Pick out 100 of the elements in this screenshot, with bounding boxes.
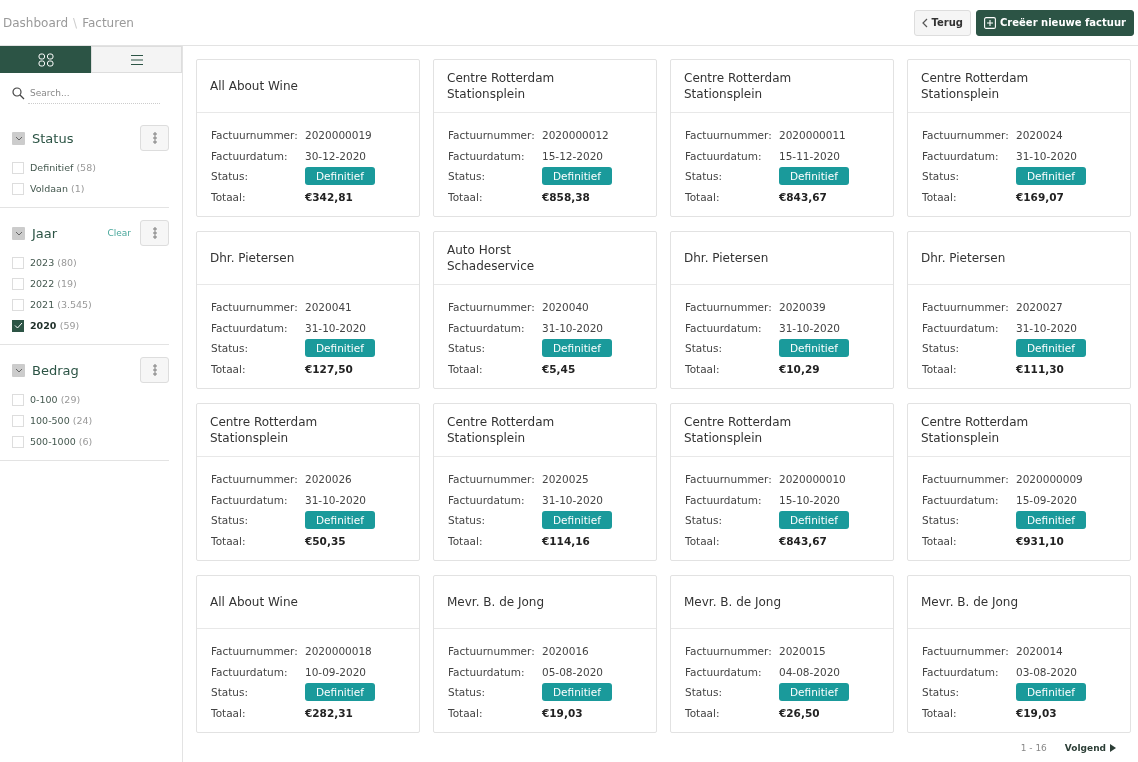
collapse-toggle[interactable] xyxy=(12,226,25,240)
field-label: Status: xyxy=(922,170,960,183)
invoice-card[interactable]: Mevr. B. de Jong Factuurnummer: 2020014 Factuurdatum: 03-08-2020 Status: Definitief Totaal: €19,03 xyxy=(907,575,1131,733)
field-label: Factuurdatum: xyxy=(448,493,526,506)
invoice-card[interactable]: Dhr. Pietersen Factuurnummer: 2020041 Factuurdatum: 31-10-2020 Status: Definitief Totaal: €127,50 xyxy=(196,231,420,389)
field-label: Factuurnummer: xyxy=(922,301,1010,314)
checkbox[interactable] xyxy=(12,319,24,332)
field-label: Factuurnummer: xyxy=(448,645,536,658)
field-label: Status: xyxy=(448,686,486,699)
invoice-card[interactable]: Centre Rotterdam Stationsplein Factuurnummer: 2020000010 Factuurdatum: 15-10-2020 Status: Definitief Totaal: €843,67 xyxy=(670,403,894,561)
field-label: Factuurnummer: xyxy=(685,301,773,314)
status-badge: Definitief xyxy=(542,511,612,530)
customer-name: Centre Rotterdam Stationsplein xyxy=(447,414,556,446)
field-value: 2020000018 xyxy=(305,645,372,658)
status-badge: Definitief xyxy=(779,167,849,186)
total-amount: €114,16 xyxy=(542,534,590,547)
filter-title: Status xyxy=(32,130,75,146)
invoice-card[interactable]: Dhr. Pietersen Factuurnummer: 2020039 Factuurdatum: 31-10-2020 Status: Definitief Totaal: €10,29 xyxy=(670,231,894,389)
field-label: Factuurnummer: xyxy=(211,473,299,486)
field-value: 31-10-2020 xyxy=(1016,149,1078,162)
field-value: 2020041 xyxy=(305,301,352,314)
status-badge: Definitief xyxy=(1016,683,1086,702)
total-amount: €169,07 xyxy=(1016,190,1064,203)
field-value: 31-10-2020 xyxy=(305,321,367,334)
customer-name: All About Wine xyxy=(210,594,298,610)
create-invoice-button[interactable]: Creëer nieuwe factuur xyxy=(976,9,1134,36)
invoice-card[interactable]: Dhr. Pietersen Factuurnummer: 2020027 Factuurdatum: 31-10-2020 Status: Definitief Totaal: €111,30 xyxy=(907,231,1131,389)
field-label: Totaal: xyxy=(211,534,247,547)
invoice-card[interactable]: Centre Rotterdam Stationsplein Factuurnummer: 2020000009 Factuurdatum: 15-09-2020 Status: Definitief Totaal: €931,10 xyxy=(907,403,1131,561)
filter-option-label[interactable]: 2020 (59) xyxy=(30,320,80,331)
field-label: Status: xyxy=(685,514,723,527)
field-value: 15-12-2020 xyxy=(542,149,604,162)
filter-option-label[interactable]: Voldaan (1) xyxy=(30,183,85,194)
filter-option-label[interactable]: 100-500 (24) xyxy=(30,415,93,426)
customer-name: Auto Horst Schadeservice xyxy=(447,242,536,274)
more-options-button[interactable] xyxy=(140,357,169,383)
invoice-card[interactable]: Centre Rotterdam Stationsplein Factuurnummer: 2020000012 Factuurdatum: 15-12-2020 Status: Definitief Totaal: €858,38 xyxy=(433,59,657,217)
next-page-link[interactable]: Volgend xyxy=(1064,743,1116,753)
customer-name: Dhr. Pietersen xyxy=(684,250,769,266)
back-button[interactable]: Terug xyxy=(913,9,972,36)
field-label: Status: xyxy=(685,686,723,699)
invoice-card[interactable]: All About Wine Factuurnummer: 2020000019 Factuurdatum: 30-12-2020 Status: Definitief Totaal: €342,81 xyxy=(196,59,420,217)
invoice-card[interactable]: Centre Rotterdam Stationsplein Factuurnummer: 2020025 Factuurdatum: 31-10-2020 Status: Definitief Totaal: €114,16 xyxy=(433,403,657,561)
customer-name: All About Wine xyxy=(210,78,298,94)
field-label: Factuurdatum: xyxy=(448,321,526,334)
total-amount: €858,38 xyxy=(542,190,590,203)
collapse-toggle[interactable] xyxy=(12,363,25,377)
field-label: Totaal: xyxy=(211,706,247,719)
field-label: Status: xyxy=(448,170,486,183)
invoice-card[interactable]: Centre Rotterdam Stationsplein Factuurnummer: 2020000011 Factuurdatum: 15-11-2020 Status: Definitief Totaal: €843,67 xyxy=(670,59,894,217)
filter-option-label[interactable]: 0-100 (29) xyxy=(30,394,81,405)
status-badge: Definitief xyxy=(305,511,375,530)
status-badge: Definitief xyxy=(1016,511,1086,530)
status-badge: Definitief xyxy=(305,339,375,358)
filter-option-label[interactable]: 500-1000 (6) xyxy=(30,436,93,447)
filter-option-label[interactable]: 2021 (3.545) xyxy=(30,299,92,310)
status-badge: Definitief xyxy=(305,683,375,702)
field-label: Factuurnummer: xyxy=(211,645,299,658)
field-label: Status: xyxy=(685,342,723,355)
invoice-card[interactable]: Centre Rotterdam Stationsplein Factuurnummer: 2020026 Factuurdatum: 31-10-2020 Status: Definitief Totaal: €50,35 xyxy=(196,403,420,561)
more-options-button[interactable] xyxy=(140,125,169,151)
field-value: 05-08-2020 xyxy=(542,665,604,678)
field-label: Factuurdatum: xyxy=(448,149,526,162)
invoice-card[interactable]: Mevr. B. de Jong Factuurnummer: 2020016 Factuurdatum: 05-08-2020 Status: Definitief Totaal: €19,03 xyxy=(433,575,657,733)
collapse-toggle[interactable] xyxy=(12,131,25,145)
total-amount: €282,31 xyxy=(305,706,353,719)
field-value: 2020000010 xyxy=(779,473,846,486)
grid-icon xyxy=(37,52,54,67)
search-field[interactable]: Search... xyxy=(28,82,160,104)
status-badge: Definitief xyxy=(542,339,612,358)
field-value: 10-09-2020 xyxy=(305,665,367,678)
grid-view-button[interactable] xyxy=(0,46,91,73)
field-label: Totaal: xyxy=(448,190,484,203)
field-value: 30-12-2020 xyxy=(305,149,367,162)
total-amount: €111,30 xyxy=(1016,362,1064,375)
chevron-icon xyxy=(14,367,23,373)
filter-option-label[interactable]: 2023 (80) xyxy=(30,257,77,268)
total-amount: €50,35 xyxy=(305,534,346,547)
search-icon xyxy=(12,86,25,100)
invoice-card[interactable]: Mevr. B. de Jong Factuurnummer: 2020015 Factuurdatum: 04-08-2020 Status: Definitief Totaal: €26,50 xyxy=(670,575,894,733)
filter-option-label[interactable]: Definitief (58) xyxy=(30,162,96,173)
menu-icon xyxy=(129,53,144,66)
invoice-card[interactable]: Centre Rotterdam Stationsplein Factuurnummer: 2020024 Factuurdatum: 31-10-2020 Status: Definitief Totaal: €169,07 xyxy=(907,59,1131,217)
field-label: Status: xyxy=(922,342,960,355)
field-value: 03-08-2020 xyxy=(1016,665,1078,678)
field-value: 15-09-2020 xyxy=(1016,493,1078,506)
field-label: Factuurdatum: xyxy=(922,149,1000,162)
filter-option-label[interactable]: 2022 (19) xyxy=(30,278,77,289)
field-value: 2020000019 xyxy=(305,129,372,142)
field-label: Status: xyxy=(922,686,960,699)
invoice-card[interactable]: Auto Horst Schadeservice Factuurnummer: 2020040 Factuurdatum: 31-10-2020 Status: Definitief Totaal: €5,45 xyxy=(433,231,657,389)
field-value: 2020025 xyxy=(542,473,589,486)
field-label: Factuurdatum: xyxy=(211,149,289,162)
field-value: 31-10-2020 xyxy=(542,493,604,506)
status-badge: Definitief xyxy=(542,683,612,702)
field-label: Factuurdatum: xyxy=(211,321,289,334)
more-options-button[interactable] xyxy=(140,220,169,246)
field-value: 31-10-2020 xyxy=(542,321,604,334)
invoice-card[interactable]: All About Wine Factuurnummer: 2020000018 Factuurdatum: 10-09-2020 Status: Definitief Totaal: €282,31 xyxy=(196,575,420,733)
customer-name: Centre Rotterdam Stationsplein xyxy=(921,70,1030,102)
